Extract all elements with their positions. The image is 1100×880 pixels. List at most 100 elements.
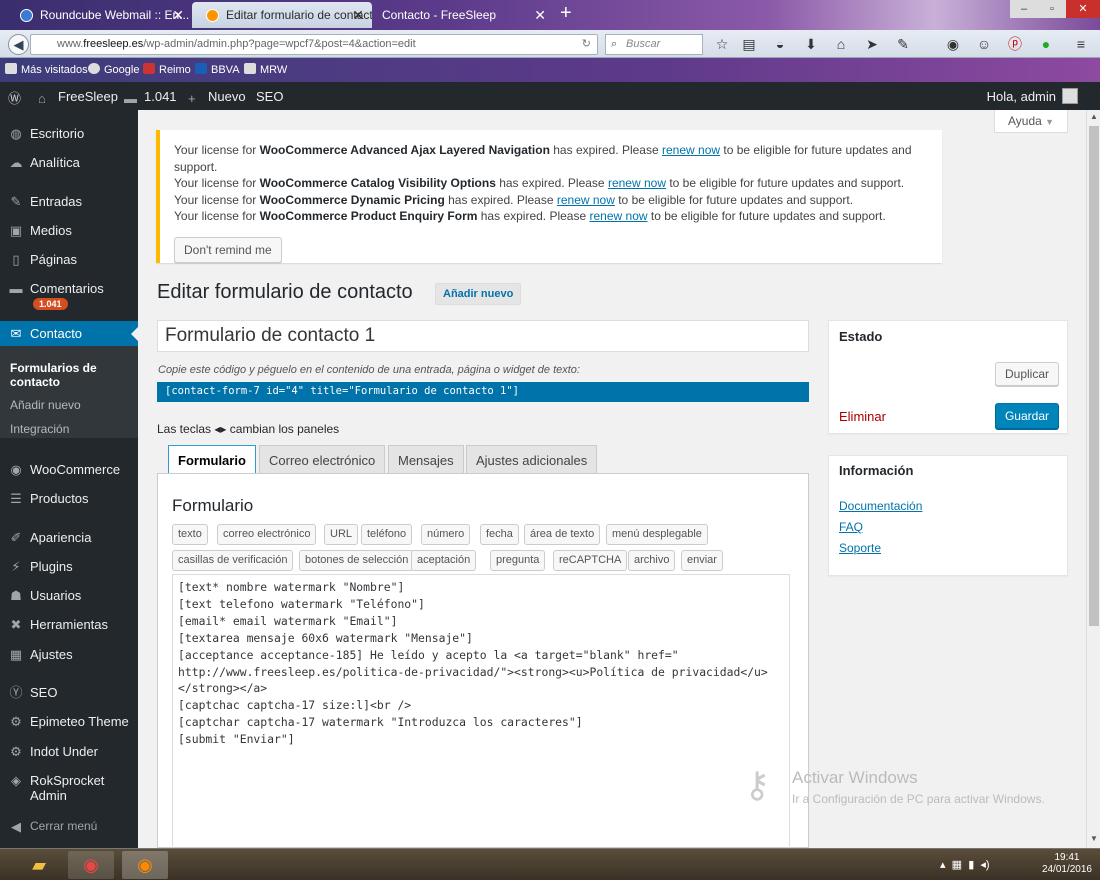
admin-bar-site[interactable]: ⌂ FreeSleep	[38, 89, 118, 106]
tag-button-pregunta[interactable]: pregunta	[490, 550, 546, 571]
tag-button-aceptacion[interactable]: aceptación	[411, 550, 477, 571]
submenu-item-formularios[interactable]: Formularios de contacto	[10, 361, 120, 389]
scroll-up-icon[interactable]: ▲	[1090, 112, 1098, 121]
sidebar-item-indot-under[interactable]: ⚙ Indot Under	[0, 739, 138, 765]
tag-button-email[interactable]: correo electrónico	[217, 524, 317, 545]
search-bar[interactable]: ⌕ Buscar	[605, 34, 703, 55]
bookmark-bbva[interactable]: BBVA	[195, 63, 240, 76]
minimize-icon[interactable]: –	[1010, 0, 1038, 18]
tag-button-radio[interactable]: botones de selección	[299, 550, 415, 571]
sidebar-item-contacto[interactable]: ✉ Contacto	[0, 321, 138, 348]
scrollbar-thumb[interactable]	[1089, 126, 1099, 626]
maximize-icon[interactable]: ▫	[1038, 0, 1066, 18]
close-icon[interactable]: ✕	[172, 7, 184, 24]
sidebar-item-seo[interactable]: Ⓨ SEO	[0, 680, 138, 706]
sidebar-item-ajustes[interactable]: ▦ Ajustes	[0, 642, 138, 668]
close-window-icon[interactable]: ✕	[1066, 0, 1100, 18]
chat-icon[interactable]: ☺	[976, 36, 992, 52]
form-title-input[interactable]: Formulario de contacto 1	[157, 320, 809, 352]
tag-button-archivo[interactable]: archivo	[628, 550, 676, 571]
admin-bar-comments[interactable]: ▬ 1.041	[124, 89, 177, 106]
admin-bar-seo[interactable]: SEO	[256, 89, 283, 104]
tag-button-fecha[interactable]: fecha	[480, 524, 519, 545]
home-icon[interactable]: ⌂	[833, 36, 849, 52]
renew-now-link[interactable]: renew now	[557, 193, 615, 207]
bookmark-most-visited[interactable]: Más visitados	[5, 63, 88, 76]
renew-now-link[interactable]: renew now	[662, 143, 720, 157]
tray-chevron-icon[interactable]: ▴	[940, 859, 946, 871]
pinterest-icon[interactable]: ⓟ	[1007, 36, 1023, 52]
sidebar-item-apariencia[interactable]: ✐ Apariencia	[0, 525, 138, 551]
bookmark-reimo[interactable]: Reimo	[143, 63, 191, 76]
network-icon[interactable]: ▦	[952, 859, 962, 871]
duplicate-button[interactable]: Duplicar	[994, 362, 1059, 386]
save-button[interactable]: Guardar	[994, 403, 1059, 429]
tab-mensajes[interactable]: Mensajes	[388, 445, 464, 474]
sidebar-item-analitica[interactable]: ☁ Analítica	[0, 150, 138, 176]
close-icon[interactable]: ✕	[352, 7, 364, 24]
form-code-textarea[interactable]: [text* nombre watermark "Nombre"] [text …	[172, 574, 790, 849]
firefox-icon[interactable]: ◉	[122, 851, 168, 879]
sidebar-item-woocommerce[interactable]: ◉ WooCommerce	[0, 457, 138, 483]
new-tab-plus-icon[interactable]: +	[560, 2, 572, 25]
url-bar[interactable]: www.freesleep.es/wp-admin/admin.php?page…	[30, 34, 598, 55]
tag-button-recaptcha[interactable]: reCAPTCHA	[553, 550, 628, 571]
volume-icon[interactable]: ◂)	[980, 859, 989, 871]
admin-bar-new[interactable]: + Nuevo	[188, 89, 246, 106]
avatar[interactable]	[1062, 88, 1078, 104]
bookmark-mrw[interactable]: MRW	[244, 63, 287, 76]
sidebar-item-epimeteo[interactable]: ⚙ Epimeteo Theme	[0, 709, 138, 735]
browser-tab-roundcube[interactable]: Roundcube Webmail :: En... ✕	[6, 2, 192, 28]
submenu-item-integracion[interactable]: Integración	[10, 422, 69, 436]
extension-icon[interactable]: ●	[1038, 36, 1054, 52]
pocket-icon[interactable]: ◒	[772, 36, 788, 52]
tag-button-telefono[interactable]: teléfono	[361, 524, 413, 545]
help-tab[interactable]: Ayuda ▼	[994, 110, 1068, 133]
sidebar-item-escritorio[interactable]: ◍ Escritorio	[0, 121, 138, 147]
sidebar-item-paginas[interactable]: ▯ Páginas	[0, 247, 138, 273]
sidebar-item-plugins[interactable]: ⚡ Plugins	[0, 554, 138, 580]
reading-list-icon[interactable]: ▤	[741, 36, 757, 52]
browser-tab-edit-form[interactable]: Editar formulario de contacto ... ✕	[192, 2, 372, 28]
close-icon[interactable]: ✕	[534, 7, 546, 24]
star-bookmark-icon[interactable]: ☆	[714, 36, 730, 52]
file-explorer-icon[interactable]: ▰	[16, 851, 62, 879]
sidebar-item-roksprocket[interactable]: ◈ RokSprocket Admin	[0, 768, 130, 808]
menu-icon[interactable]: ≡	[1073, 36, 1089, 52]
back-arrow-icon[interactable]: ◀	[8, 34, 29, 55]
documentation-link[interactable]: Documentación	[839, 499, 922, 513]
wordpress-logo-icon[interactable]: Ⓦ	[8, 89, 28, 106]
sidebar-item-comentarios[interactable]: ▬ Comentarios	[0, 276, 138, 302]
bookmark-google[interactable]: Google	[88, 63, 139, 76]
support-link[interactable]: Soporte	[839, 541, 881, 555]
sidebar-collapse-menu[interactable]: ◀ Cerrar menú	[0, 814, 138, 840]
tag-button-url[interactable]: URL	[324, 524, 359, 545]
scroll-down-icon[interactable]: ▼	[1090, 834, 1098, 843]
tag-button-menu[interactable]: menú desplegable	[606, 524, 708, 545]
shortcode-field[interactable]: [contact-form-7 id="4" title="Formulario…	[157, 382, 809, 402]
tag-button-area-texto[interactable]: área de texto	[524, 524, 601, 545]
tag-button-checkbox[interactable]: casillas de verificación	[172, 550, 294, 571]
power-icon[interactable]: ▮	[968, 859, 974, 871]
admin-bar-greeting[interactable]: Hola, admin	[987, 89, 1056, 104]
sidebar-item-usuarios[interactable]: ☗ Usuarios	[0, 583, 138, 609]
chrome-icon[interactable]: ◉	[68, 851, 114, 879]
tag-button-numero[interactable]: número	[421, 524, 471, 545]
add-new-button[interactable]: Añadir nuevo	[435, 283, 522, 305]
tab-ajustes-adicionales[interactable]: Ajustes adicionales	[466, 445, 598, 474]
clock[interactable]: 19:41 24/01/2016	[1042, 852, 1092, 876]
tag-button-enviar[interactable]: enviar	[681, 550, 723, 571]
page-scrollbar[interactable]: ▲ ▼	[1086, 110, 1100, 848]
sidebar-item-entradas[interactable]: ✎ Entradas	[0, 189, 138, 215]
faq-link[interactable]: FAQ	[839, 520, 863, 534]
sync-icon[interactable]: ◉	[945, 36, 961, 52]
renew-now-link[interactable]: renew now	[590, 209, 648, 223]
download-icon[interactable]: ⬇	[803, 36, 819, 52]
sidebar-item-medios[interactable]: ▣ Medios	[0, 218, 138, 244]
browser-tab-contact[interactable]: Contacto - FreeSleep ✕	[374, 2, 554, 28]
sidebar-item-herramientas[interactable]: ✖ Herramientas	[0, 612, 138, 638]
sidebar-item-productos[interactable]: ☰ Productos	[0, 486, 138, 512]
tab-correo[interactable]: Correo electrónico	[259, 445, 386, 474]
reload-icon[interactable]: ↻	[582, 35, 591, 54]
delete-link[interactable]: Eliminar	[839, 409, 886, 424]
